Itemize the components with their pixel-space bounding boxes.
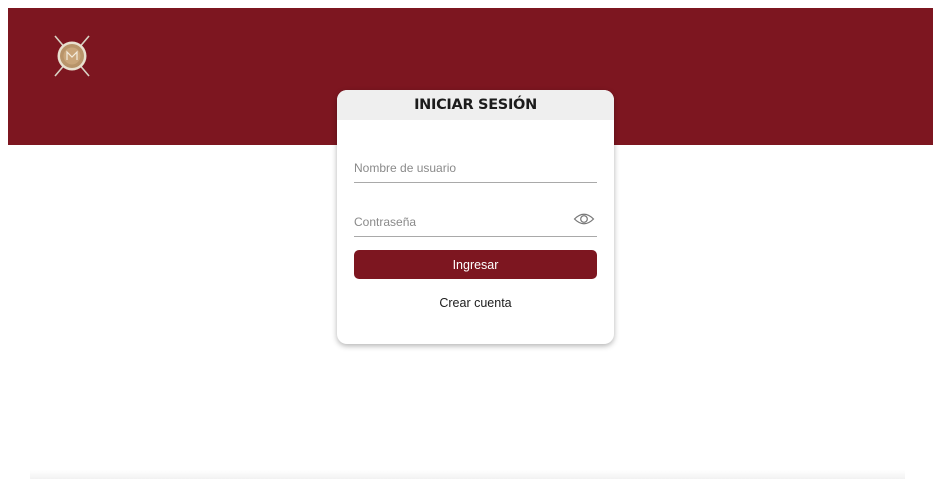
eye-icon[interactable] [573, 212, 595, 226]
login-page: INICIAR SESIÓN Ingresar Crear cuenta [0, 0, 935, 479]
login-submit-button[interactable]: Ingresar [354, 250, 597, 279]
username-field [354, 153, 597, 183]
login-title: INICIAR SESIÓN [414, 97, 537, 113]
create-account-link[interactable]: Crear cuenta [337, 296, 614, 310]
footer-divider [30, 470, 905, 479]
password-field [354, 207, 597, 237]
password-input[interactable] [354, 207, 597, 236]
login-card-header: INICIAR SESIÓN [337, 90, 614, 120]
crossed-drum-logo-icon[interactable] [52, 34, 92, 78]
login-card: INICIAR SESIÓN Ingresar Crear cuenta [337, 90, 614, 344]
username-input[interactable] [354, 153, 597, 182]
